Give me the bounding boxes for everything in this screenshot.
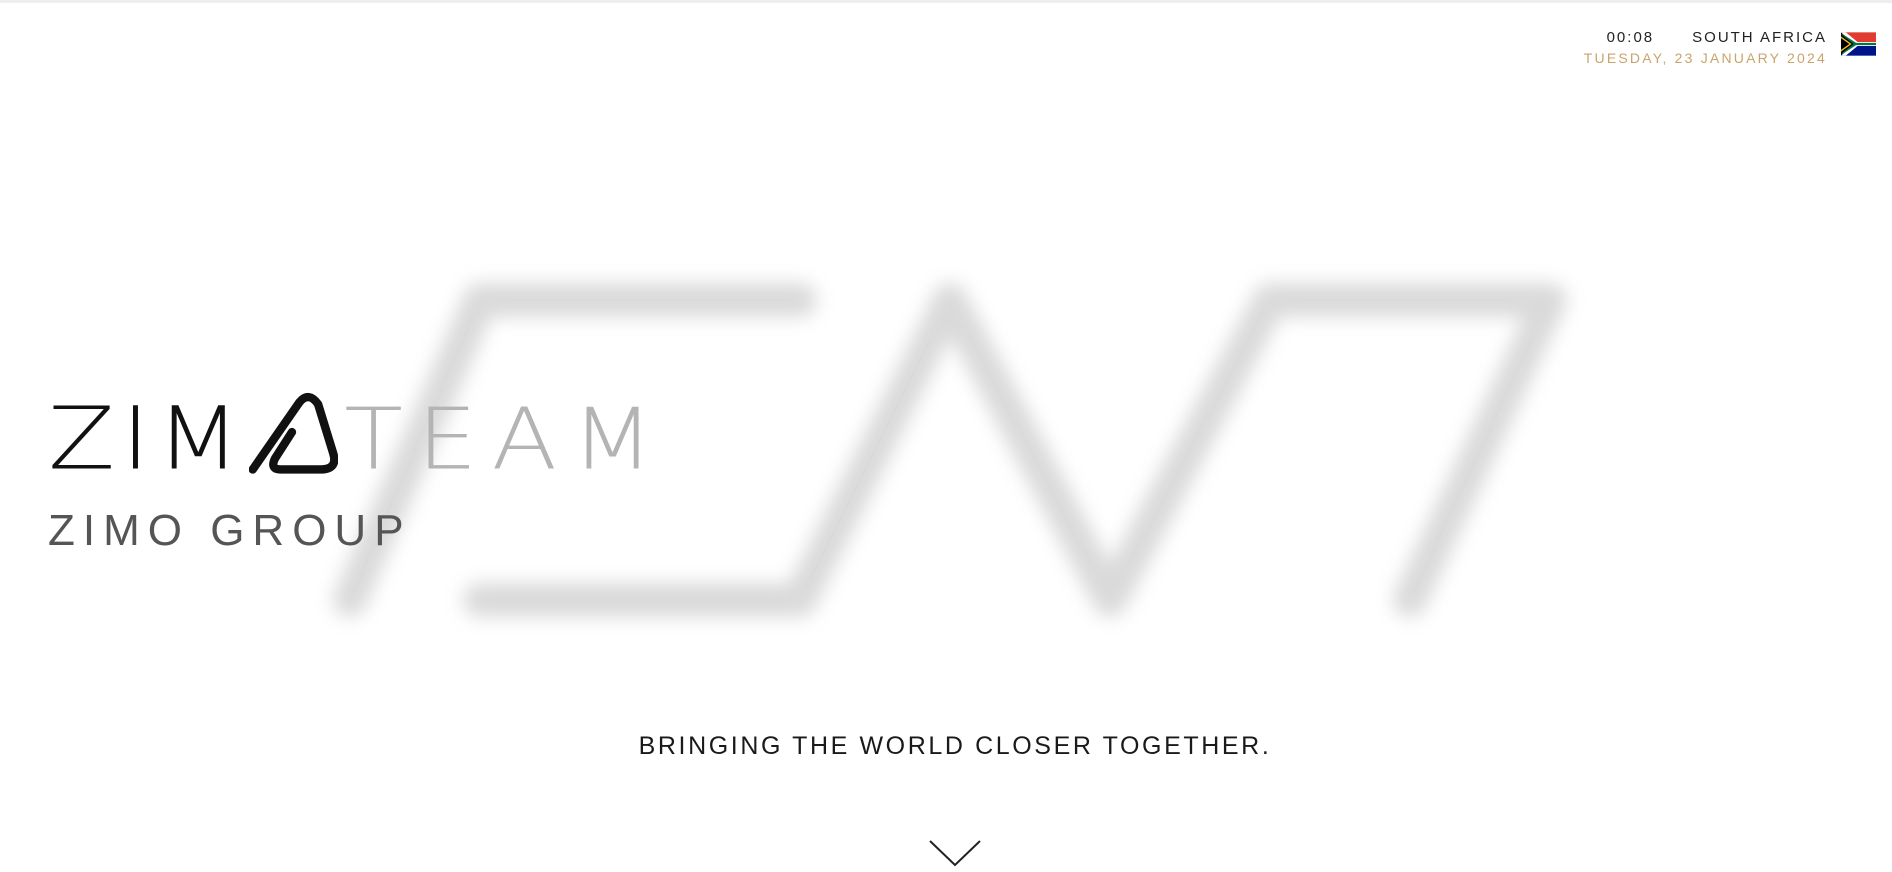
logo-wordmark: ZIM TEAM — [48, 388, 668, 490]
logo-a-glyph-icon — [248, 392, 339, 474]
logo-word-dark: ZIM — [48, 389, 247, 490]
locale-widget: 00:08 SOUTH AFRICA TUESDAY, 23 JANUARY 2… — [1584, 28, 1876, 68]
hero-tagline: BRINGING THE WORLD CLOSER TOGETHER. — [638, 732, 1272, 760]
top-divider — [0, 0, 1892, 3]
page: 00:08 SOUTH AFRICA TUESDAY, 23 JANUARY 2… — [0, 0, 1892, 872]
locale-row: 00:08 SOUTH AFRICA — [1607, 28, 1827, 48]
local-time: 00:08 — [1606, 29, 1655, 46]
south-africa-flag-icon[interactable] — [1841, 30, 1876, 58]
local-date: TUESDAY, 23 JANUARY 2024 — [1583, 50, 1827, 66]
chevron-down-icon[interactable] — [928, 838, 982, 868]
logo-word-light: TEAM — [344, 390, 668, 489]
logo-subtitle: ZIMO GROUP — [48, 506, 412, 555]
country-name: SOUTH AFRICA — [1692, 29, 1827, 46]
brand-logo[interactable]: ZIM TEAM ZIMO GROUP — [48, 388, 668, 556]
locale-text: 00:08 SOUTH AFRICA TUESDAY, 23 JANUARY 2… — [1584, 28, 1827, 68]
